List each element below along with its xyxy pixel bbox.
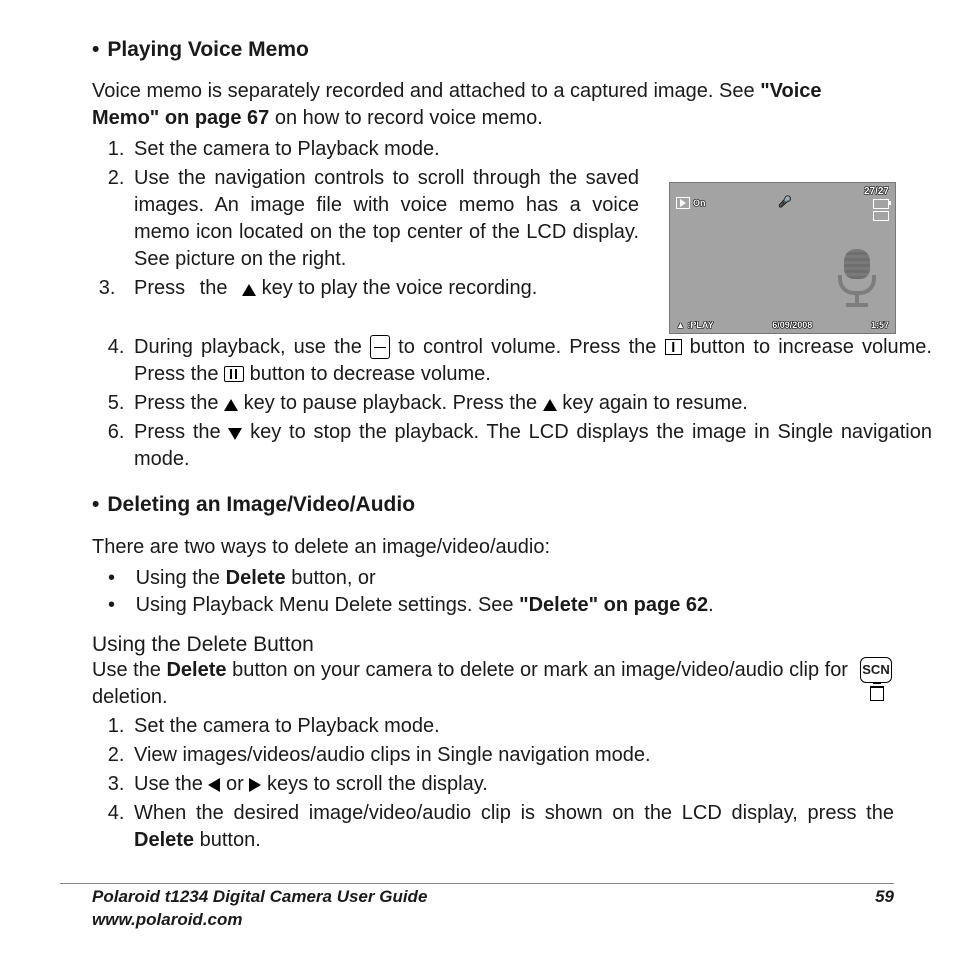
text: Use the xyxy=(92,659,166,681)
microphone-graphic xyxy=(837,249,877,309)
zoom-in-icon xyxy=(665,339,682,355)
footer-rule xyxy=(60,883,894,884)
text: Using Playback Menu Delete settings. See xyxy=(136,594,520,616)
play-hint: ▲ :PLAY xyxy=(676,319,714,331)
text: button to decrease volume. xyxy=(244,363,491,385)
lcd-preview: On 🎤 27/27 xyxy=(669,182,896,334)
section-heading-playing-voice-memo: Playing Voice Memo xyxy=(92,36,894,64)
step: Set the camera to Playback mode. xyxy=(130,136,639,163)
text: During playback, use the xyxy=(134,336,370,358)
text: button, or xyxy=(286,567,376,589)
step: Press the key to pause playback. Press t… xyxy=(130,390,932,417)
text: key to pause playback. Press the xyxy=(238,392,543,414)
up-key-icon xyxy=(224,399,238,411)
page-number: 59 xyxy=(875,886,894,932)
scn-button-icon: SCN xyxy=(860,657,892,683)
nav-control-icon xyxy=(370,335,390,359)
bold-delete: Delete xyxy=(226,567,286,589)
text: to control volume. Press the xyxy=(390,336,665,358)
step: Use the or keys to scroll the display. xyxy=(130,771,894,798)
list-item: Using Playback Menu Delete settings. See… xyxy=(130,592,894,619)
bold-delete: Delete xyxy=(166,659,226,681)
text: When the desired image/video/audio clip … xyxy=(134,802,894,824)
text: on how to record voice memo. xyxy=(269,107,542,129)
trash-icon xyxy=(870,686,884,701)
text: keys to scroll the display. xyxy=(261,773,487,795)
intro-paragraph: There are two ways to delete an image/vi… xyxy=(92,534,894,561)
bullet-list: Using the Delete button, or Using Playba… xyxy=(92,565,894,619)
step: View images/videos/audio clips in Single… xyxy=(130,742,894,769)
recording-time: 1:57 xyxy=(871,319,889,331)
manual-page: Playing Voice Memo Voice memo is separat… xyxy=(0,0,954,954)
footer-website: www.polaroid.com xyxy=(92,909,427,932)
text: Use the xyxy=(134,773,208,795)
step: During playback, use the to control volu… xyxy=(130,334,932,388)
step: When the desired image/video/audio clip … xyxy=(130,800,894,854)
playback-mode-icon xyxy=(676,197,690,209)
text: button. xyxy=(194,829,261,851)
key-indicator: On xyxy=(693,197,706,209)
right-key-icon xyxy=(249,778,261,792)
steps-with-figure: Set the camera to Playback mode. Use the… xyxy=(92,136,894,334)
section-heading-deleting: Deleting an Image/Video/Audio xyxy=(92,491,894,519)
step: Press the key to stop the playback. The … xyxy=(130,419,932,473)
page-footer: Polaroid t1234 Digital Camera User Guide… xyxy=(92,886,894,932)
step: Press the key to play the voice recordin… xyxy=(130,275,639,302)
up-key-icon xyxy=(543,399,557,411)
text: . xyxy=(708,594,714,616)
ordered-steps: Set the camera to Playback mode. Use the… xyxy=(92,136,639,302)
step: Use the navigation controls to scroll th… xyxy=(130,165,639,273)
voice-memo-icon: 🎤 xyxy=(779,196,791,210)
text: key again to resume. xyxy=(557,392,748,414)
intro-paragraph: Voice memo is separately recorded and at… xyxy=(92,78,894,132)
ordered-steps-delete: Set the camera to Playback mode. View im… xyxy=(92,713,894,854)
image-counter: 27/27 xyxy=(864,186,889,197)
left-key-icon xyxy=(208,778,220,792)
zoom-out-icon xyxy=(224,366,244,382)
bold-delete: Delete xyxy=(134,829,194,851)
text: key to stop the playback. The LCD displa… xyxy=(134,421,932,470)
scn-delete-button-figure: SCN xyxy=(860,657,894,701)
step: Set the camera to Playback mode. xyxy=(130,713,894,740)
footer-guide-title: Polaroid t1234 Digital Camera User Guide xyxy=(92,886,427,909)
text: Press the xyxy=(134,392,224,414)
text: or xyxy=(220,773,249,795)
text: Press the xyxy=(134,277,242,299)
recording-date: 6/09/2008 xyxy=(772,319,812,331)
battery-icon xyxy=(873,199,889,209)
text: Press the xyxy=(134,421,228,443)
text: key to play the voice recording. xyxy=(256,277,537,299)
ordered-steps-continued: During playback, use the to control volu… xyxy=(92,334,932,473)
subsection-intro: Use the Delete button on your camera to … xyxy=(92,657,894,711)
text: Using the xyxy=(136,567,226,589)
up-key-icon xyxy=(242,284,256,296)
crossref-delete: "Delete" on page 62 xyxy=(519,594,708,616)
text: Voice memo is separately recorded and at… xyxy=(92,80,760,102)
sd-card-icon xyxy=(873,211,889,221)
subsection-title: Using the Delete Button xyxy=(92,631,894,659)
down-key-icon xyxy=(228,428,242,440)
list-item: Using the Delete button, or xyxy=(130,565,894,592)
